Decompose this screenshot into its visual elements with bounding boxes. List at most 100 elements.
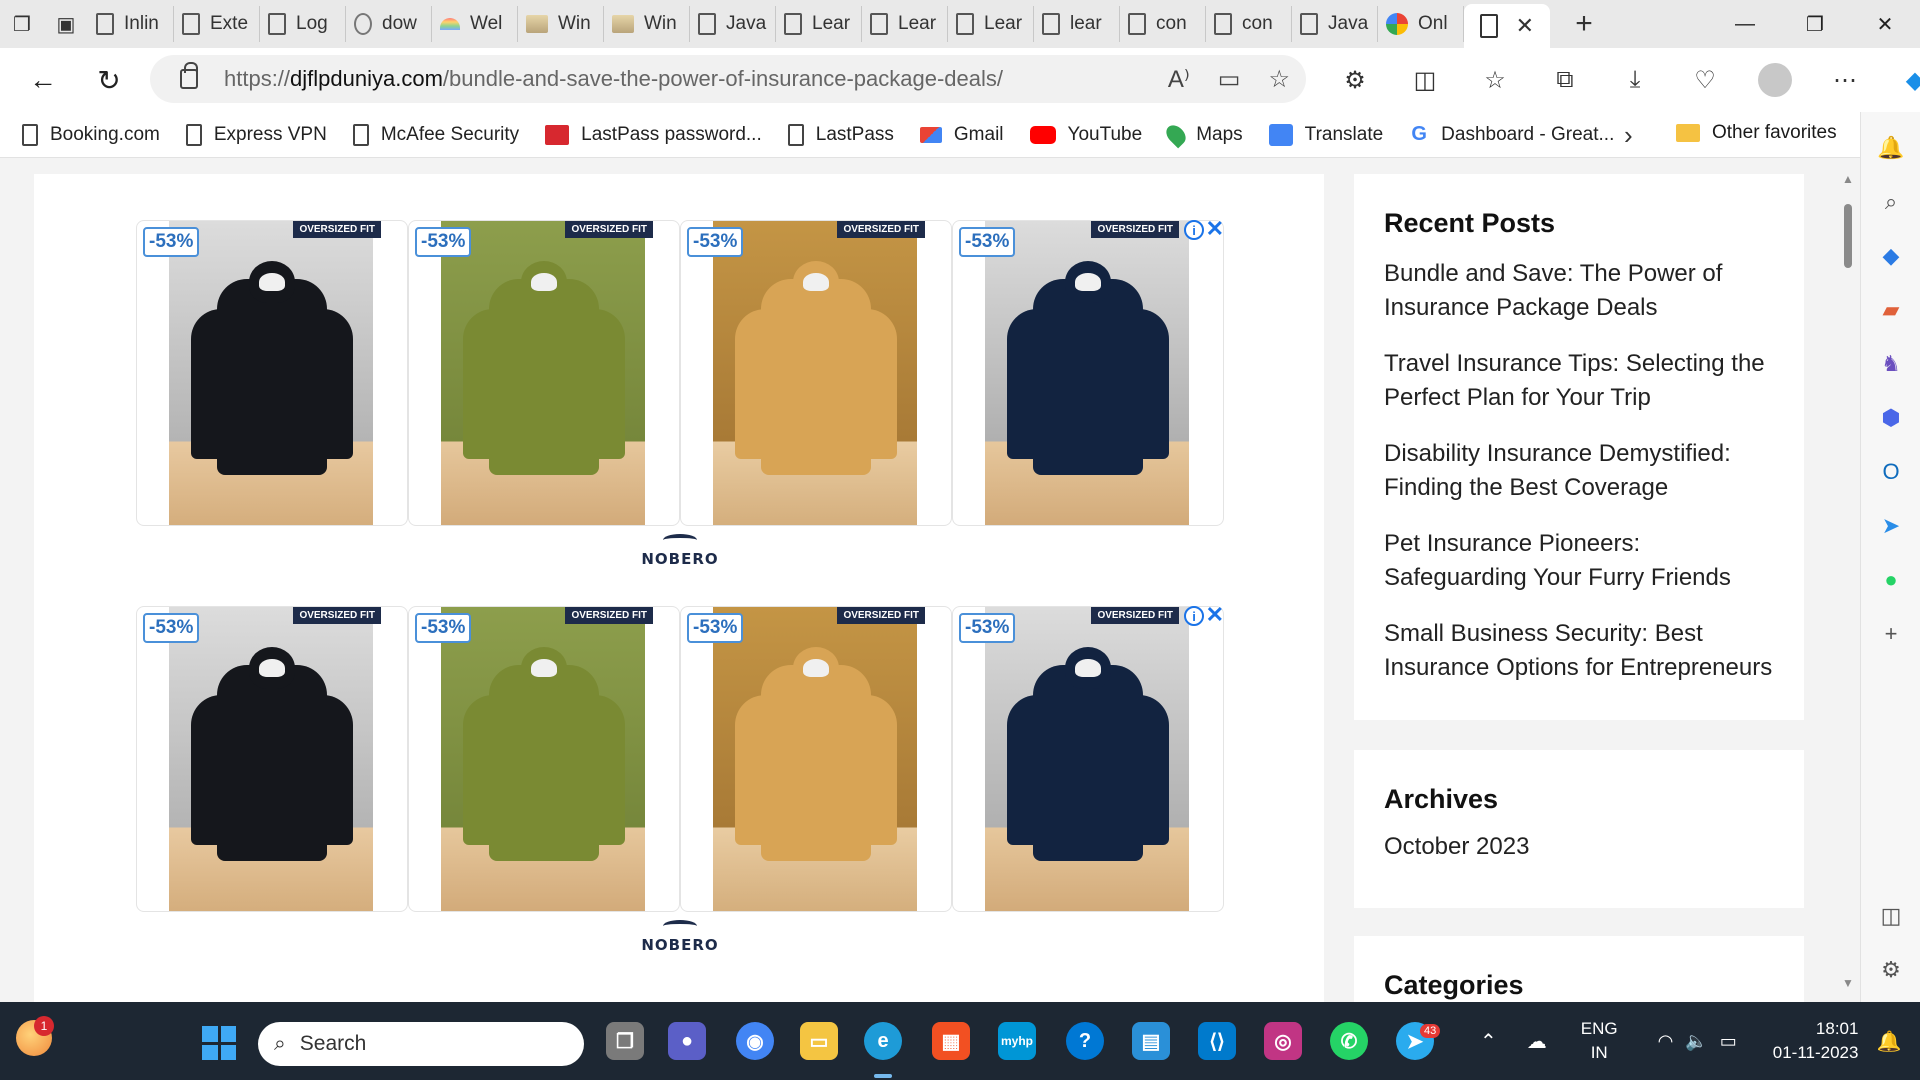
ad-product-card[interactable]: -53% OVERSIZED FIT [680, 606, 952, 912]
favorite-lastpass-password[interactable]: LastPass password... [545, 124, 762, 146]
vscode-icon[interactable]: ⟨⟩ [1198, 1022, 1236, 1060]
browser-essentials-icon[interactable]: ♡ [1670, 66, 1740, 95]
new-tab-button[interactable]: + [1560, 7, 1608, 41]
read-aloud-icon[interactable]: A⁾ [1168, 65, 1190, 94]
ad-close-icon[interactable]: ✕ [1206, 602, 1224, 628]
tab[interactable]: Lear [862, 6, 948, 42]
instagram-icon[interactable]: ◎ [1264, 1022, 1302, 1060]
onedrive-cloud-icon[interactable]: ☁ [1527, 1029, 1547, 1054]
tab[interactable]: Win [518, 6, 604, 42]
ad-product-card[interactable]: -53% OVERSIZED FIT [136, 220, 408, 526]
tab[interactable]: Java [1292, 6, 1378, 42]
extensions-icon[interactable]: ⚙ [1320, 66, 1390, 95]
battery-icon[interactable]: ▭ [1720, 1031, 1737, 1052]
address-bar[interactable]: https://djflpduniya.com/bundle-and-save-… [150, 55, 1306, 103]
ad-product-card[interactable]: -53% OVERSIZED FIT [952, 606, 1224, 912]
whatsapp-icon[interactable]: ✆ [1330, 1022, 1368, 1060]
tab-actions-icon[interactable]: ▣ [44, 4, 88, 44]
minimize-button[interactable]: — [1710, 0, 1780, 48]
favorite-star-icon[interactable]: ☆ [1268, 65, 1290, 94]
tab[interactable]: Wel [432, 6, 518, 42]
notepad-icon[interactable]: ▤ [1132, 1022, 1170, 1060]
ad-product-card[interactable]: -53% OVERSIZED FIT [680, 220, 952, 526]
close-tab-icon[interactable]: ✕ [1516, 13, 1534, 39]
copilot-365-icon[interactable]: ⬢ [1877, 404, 1905, 432]
chevron-right-icon[interactable]: › [1624, 120, 1633, 151]
scroll-down-icon[interactable]: ▼ [1842, 976, 1854, 990]
ad-banner[interactable]: -53% OVERSIZED FIT -53% OVERSIZED FIT -5… [136, 216, 1224, 568]
copilot-icon[interactable]: ◆ [1880, 66, 1920, 95]
favorite-gmail[interactable]: Gmail [919, 124, 1004, 146]
shopping-tag-icon[interactable]: ◆ [1877, 242, 1905, 270]
favorite-maps[interactable]: Maps [1162, 121, 1243, 148]
tab[interactable]: lear [1034, 6, 1120, 42]
restore-button[interactable]: ❐ [1780, 0, 1850, 48]
taskbar-search[interactable]: ⌕ Search [258, 1022, 584, 1066]
scroll-thumb[interactable] [1844, 204, 1852, 268]
recent-post-link[interactable]: Small Business Security: Best Insurance … [1384, 617, 1774, 685]
tab[interactable]: con [1206, 6, 1292, 42]
ad-product-card[interactable]: -53% OVERSIZED FIT [136, 606, 408, 912]
recent-post-link[interactable]: Disability Insurance Demystified: Findin… [1384, 437, 1774, 505]
favorite-booking[interactable]: Booking.com [22, 123, 160, 146]
tab[interactable]: Inlin [88, 6, 174, 42]
collections-icon[interactable]: ⧉ [1530, 66, 1600, 94]
favorite-translate[interactable]: Translate [1268, 123, 1383, 146]
tab[interactable]: Java [690, 6, 776, 42]
ad-product-card[interactable]: -53% OVERSIZED FIT [408, 220, 680, 526]
task-view-icon[interactable]: ❐ [606, 1022, 644, 1060]
favorite-dashboard[interactable]: G Dashboard - Great... [1409, 123, 1614, 146]
ad-product-card[interactable]: -53% OVERSIZED FIT [952, 220, 1224, 526]
myhp-icon[interactable]: myhp [998, 1022, 1036, 1060]
clock[interactable]: 18:01 01-11-2023 [1773, 1017, 1859, 1065]
lock-icon[interactable] [180, 62, 198, 89]
tab[interactable]: Win [604, 6, 690, 42]
recent-post-link[interactable]: Travel Insurance Tips: Selecting the Per… [1384, 347, 1774, 415]
tab[interactable]: Exte [174, 6, 260, 42]
file-explorer-icon[interactable]: ▭ [800, 1022, 838, 1060]
games-icon[interactable]: ♞ [1877, 350, 1905, 378]
help-icon[interactable]: ? [1066, 1022, 1104, 1060]
favorite-youtube[interactable]: YouTube [1029, 124, 1142, 146]
tools-briefcase-icon[interactable]: ▰ [1877, 296, 1905, 324]
ad-close-icon[interactable]: ✕ [1206, 216, 1224, 242]
ad-info-icon[interactable]: i [1184, 220, 1204, 240]
language-indicator[interactable]: ENG IN [1581, 1017, 1618, 1065]
settings-gear-icon[interactable]: ⚙ [1877, 956, 1905, 984]
page-scrollbar[interactable]: ▲ ▼ [1836, 158, 1860, 1002]
back-button[interactable]: ← [10, 56, 76, 104]
search-icon[interactable]: ⌕ [1877, 188, 1905, 216]
immersive-reader-icon[interactable]: ▭ [1218, 65, 1241, 94]
scroll-up-icon[interactable]: ▲ [1842, 172, 1854, 186]
teams-icon[interactable]: ● [668, 1022, 706, 1060]
profile-avatar[interactable] [1758, 63, 1792, 97]
chevron-up-icon[interactable]: ⌃ [1480, 1029, 1497, 1054]
favorite-lastpass[interactable]: LastPass [787, 123, 894, 146]
archive-link[interactable]: October 2023 [1384, 833, 1529, 860]
notifications-icon[interactable]: 🔔 [1876, 1029, 1901, 1054]
microsoft-store-icon[interactable]: ▦ [932, 1022, 970, 1060]
tab[interactable]: Onl [1378, 6, 1464, 42]
split-screen-icon[interactable]: ◫ [1390, 66, 1460, 95]
favorites-icon[interactable]: ☆ [1460, 66, 1530, 95]
recent-post-link[interactable]: Pet Insurance Pioneers: Safeguarding You… [1384, 527, 1774, 595]
url-text[interactable]: https://djflpduniya.com/bundle-and-save-… [224, 66, 1003, 92]
brand-logo[interactable]: NOBERO [136, 534, 1224, 568]
favorite-express-vpn[interactable]: Express VPN [185, 123, 327, 146]
tab[interactable]: dow [346, 6, 432, 42]
favorite-mcafee[interactable]: McAfee Security [352, 123, 519, 146]
tab[interactable]: Lear [948, 6, 1034, 42]
ad-product-card[interactable]: -53% OVERSIZED FIT [408, 606, 680, 912]
send-icon[interactable]: ➤ [1877, 512, 1905, 540]
other-favorites[interactable]: Other favorites [1676, 122, 1837, 144]
notifications-bell-icon[interactable]: 🔔 [1877, 134, 1905, 162]
brand-logo[interactable]: NOBERO [136, 920, 1224, 954]
ad-banner[interactable]: -53% OVERSIZED FIT -53% OVERSIZED FIT -5… [136, 602, 1224, 954]
chrome-icon[interactable]: ◉ [736, 1022, 774, 1060]
start-button[interactable] [202, 1026, 236, 1060]
more-menu-icon[interactable]: ⋯ [1810, 66, 1880, 95]
ad-info-icon[interactable]: i [1184, 606, 1204, 626]
tab[interactable]: Log [260, 6, 346, 42]
edge-icon[interactable]: e [864, 1022, 902, 1060]
tab-active[interactable]: ✕ [1464, 4, 1550, 48]
